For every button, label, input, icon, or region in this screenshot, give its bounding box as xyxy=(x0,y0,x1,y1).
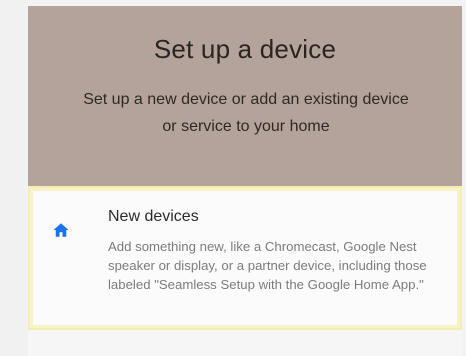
new-devices-description: Add something new, like a Chromecast, Go… xyxy=(108,239,427,292)
new-devices-option[interactable]: New devices Add something new, like a Ch… xyxy=(28,186,462,330)
home-icon xyxy=(53,223,69,237)
left-margin xyxy=(0,0,28,356)
next-option-partial xyxy=(28,330,462,356)
setup-header: Set up a device Set up a new device or a… xyxy=(28,6,462,186)
setup-device-screen: Set up a device Set up a new device or a… xyxy=(0,0,466,356)
page-subtitle: Set up a new device or add an existing d… xyxy=(83,91,409,135)
new-devices-title: New devices xyxy=(108,208,199,225)
page-title: Set up a device xyxy=(153,34,337,64)
